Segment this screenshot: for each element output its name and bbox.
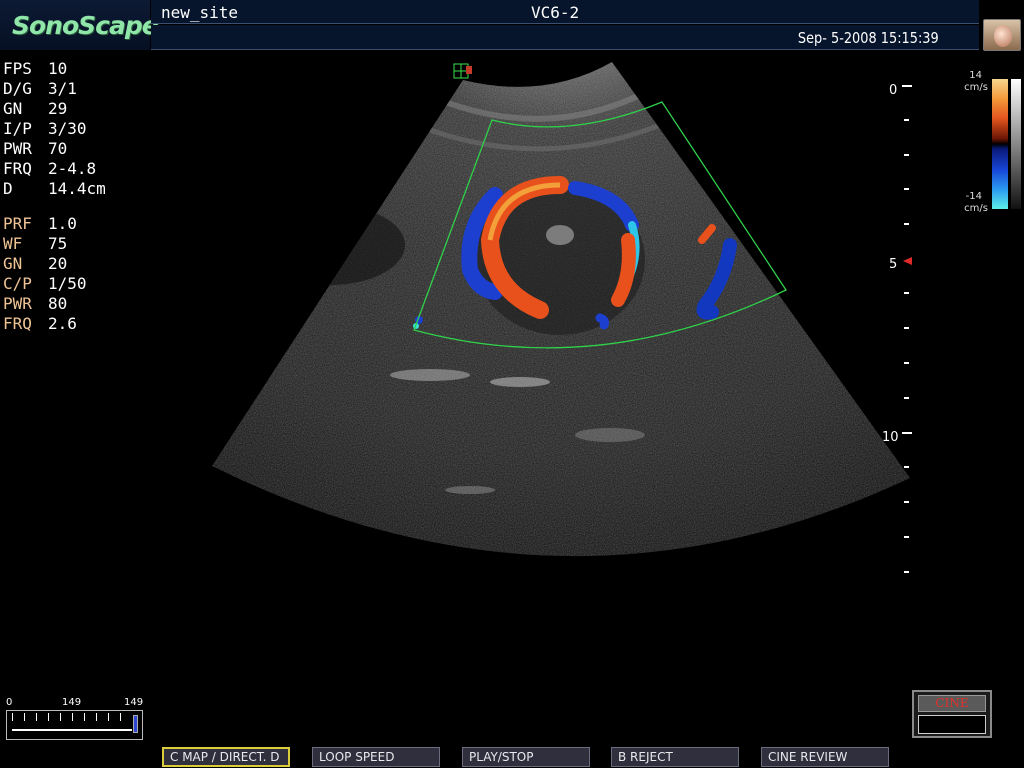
softkey-b-reject[interactable]: B REJECT [611, 747, 739, 767]
logo-text: SonoScape [12, 11, 159, 40]
cine-slider-max: 149 [124, 697, 144, 708]
datetime: Sep- 5-2008 15:15:39 [798, 29, 939, 47]
depth-tick [904, 397, 909, 399]
depth-tick [904, 327, 909, 329]
depth-tick [902, 85, 912, 87]
softkey-cine-review[interactable]: CINE REVIEW [761, 747, 889, 767]
color-bar-top-value: 14 [969, 70, 982, 81]
logo: SonoScape [0, 0, 159, 50]
header-bar: SonoScape new_site VC6-2 Sep- 5-2008 15:… [0, 0, 1024, 51]
depth-label-10: 10 [882, 430, 899, 445]
softkey-cmap-direct[interactable]: C MAP / DIRECT. D [162, 747, 290, 767]
orientation-marker-icon [453, 63, 472, 79]
title-bar: new_site VC6-2 [151, 0, 979, 24]
depth-tick [904, 362, 909, 364]
obstetric-preset-icon[interactable] [983, 19, 1021, 51]
depth-tick [904, 501, 909, 503]
grayscale-bar [1011, 79, 1021, 209]
cine-field [918, 715, 986, 734]
color-bar-top-unit: cm/s [964, 82, 988, 93]
color-bar-bottom-unit: cm/s [964, 203, 988, 214]
color-velocity-bar [992, 79, 1008, 209]
color-bar-bottom-value: -14 [965, 191, 982, 202]
depth-tick [904, 536, 909, 538]
date-bar: Sep- 5-2008 15:15:39 [151, 25, 979, 50]
bmode-sector [212, 62, 910, 557]
cine-slider-ticks [12, 713, 132, 721]
cine-label: CINE [918, 695, 986, 712]
softkey-play-stop[interactable]: PLAY/STOP [462, 747, 590, 767]
softkey-loop-speed[interactable]: LOOP SPEED [312, 747, 440, 767]
depth-tick [904, 154, 909, 156]
ultrasound-image[interactable] [0, 50, 1024, 700]
probe-name: VC6-2 [531, 3, 580, 22]
depth-tick [904, 223, 909, 225]
depth-tick [904, 466, 909, 468]
cine-slider-current: 149 [62, 697, 82, 708]
depth-tick [902, 432, 912, 434]
focus-marker-icon[interactable] [903, 257, 912, 265]
cine-slider-thumb[interactable] [133, 715, 138, 733]
depth-label-0: 0 [889, 83, 898, 98]
site-name: new_site [161, 3, 239, 22]
depth-tick [904, 119, 909, 121]
depth-tick [904, 571, 909, 573]
depth-tick [904, 188, 909, 190]
depth-tick [904, 292, 909, 294]
cine-slider-track [12, 729, 132, 731]
cine-indicator: CINE [912, 690, 992, 738]
depth-label-5: 5 [889, 257, 898, 272]
cine-slider-min: 0 [6, 697, 13, 708]
